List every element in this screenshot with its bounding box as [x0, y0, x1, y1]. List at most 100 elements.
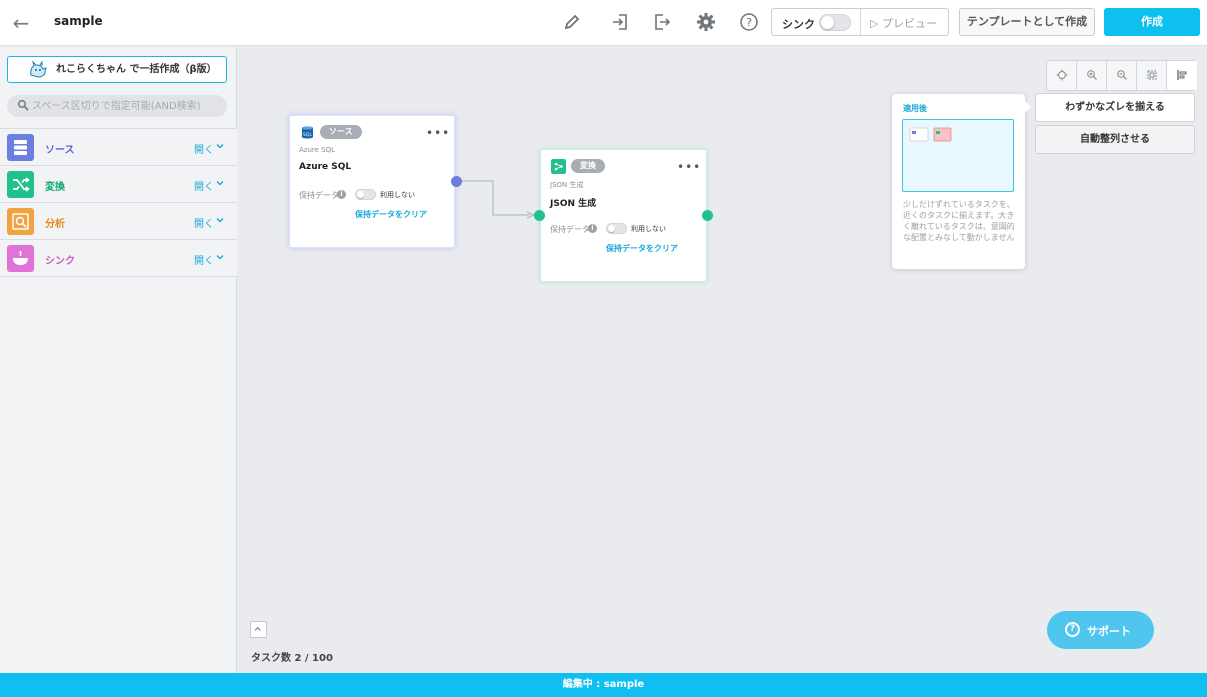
canvas-toolbar — [1046, 60, 1197, 91]
page-title: sample — [54, 14, 103, 28]
popover-title: 適用後 — [903, 104, 927, 113]
sidebar: れこらくちゃん で一括作成（β版） ソース 開く 変換 開く 分析 — [0, 47, 237, 673]
search-input[interactable] — [32, 97, 222, 115]
output-port[interactable] — [451, 176, 462, 187]
toggle-state-label: 利用しない — [380, 191, 415, 199]
toggle-state-label: 利用しない — [631, 225, 666, 233]
clear-data-link[interactable]: 保持データをクリア — [606, 243, 678, 254]
zoom-in-button[interactable] — [1077, 61, 1107, 90]
help-circle-icon: ? — [1065, 622, 1080, 637]
popover-arrow — [1025, 101, 1031, 113]
keep-data-label: 保持データ — [550, 225, 590, 234]
category-open-link[interactable]: 開く — [194, 215, 214, 230]
popover-description: 少しだけずれているタスクを、近くのタスクに揃えます。大きく離れているタスクは、意… — [903, 200, 1015, 242]
clear-data-link[interactable]: 保持データをクリア — [355, 209, 427, 220]
category-label: 分析 — [45, 219, 65, 230]
category-open-link[interactable]: 開く — [194, 141, 214, 156]
chevron-down-icon — [216, 255, 224, 260]
connection-edge — [456, 180, 530, 216]
export-icon[interactable] — [651, 11, 673, 33]
import-icon[interactable] — [609, 11, 631, 33]
node-name: JSON 生成 — [550, 199, 597, 209]
input-port[interactable] — [534, 210, 545, 221]
sql-database-icon: SQL — [302, 126, 313, 139]
keep-data-toggle[interactable] — [606, 223, 627, 234]
bulk-create-button[interactable]: れこらくちゃん で一括作成（β版） — [7, 56, 227, 83]
category-open-link[interactable]: 開く — [194, 252, 214, 267]
pencil-icon[interactable] — [561, 11, 583, 33]
create-button[interactable]: 作成 — [1104, 8, 1200, 36]
back-arrow-icon[interactable]: ← — [10, 12, 32, 34]
fit-view-button[interactable] — [1137, 61, 1167, 90]
task-node-source[interactable]: SQL ソース ••• Azure SQL Azure SQL 保持データ i … — [289, 115, 455, 248]
task-count: タスク数 2 / 100 — [251, 653, 333, 664]
more-options-icon[interactable]: ••• — [426, 126, 450, 140]
database-icon — [7, 134, 34, 161]
support-button[interactable]: ? サポート — [1047, 611, 1154, 649]
transform-icon — [551, 159, 566, 174]
status-bar: 編集中 : sample — [0, 673, 1207, 697]
gear-icon[interactable] — [695, 11, 717, 33]
category-label: 変換 — [45, 182, 65, 193]
node-subtitle: Azure SQL — [299, 146, 336, 154]
category-analysis[interactable]: 分析 開く — [0, 203, 237, 240]
flow-canvas[interactable]: SQL ソース ••• Azure SQL Azure SQL 保持データ i … — [238, 47, 1207, 673]
mascot-icon — [30, 60, 47, 78]
create-template-button[interactable]: テンプレートとして作成 — [959, 8, 1095, 36]
chevron-down-icon — [216, 218, 224, 223]
category-list: ソース 開く 変換 開く 分析 開く シンク 開く — [0, 128, 237, 277]
node-type-badge: ソース — [320, 125, 362, 139]
category-label: ソース — [45, 145, 75, 156]
chevron-down-icon — [216, 181, 224, 186]
sync-preview-group: シンク ▷ プレビュー — [771, 8, 949, 36]
task-node-transform[interactable]: 変換 ••• JSON 生成 JSON 生成 保持データ i 利用しない 保持デ… — [540, 149, 707, 282]
keep-data-label: 保持データ — [299, 191, 339, 200]
category-open-link[interactable]: 開く — [194, 178, 214, 193]
output-port[interactable] — [702, 210, 713, 221]
toggle-knob — [357, 191, 364, 198]
collapse-toggle[interactable] — [250, 621, 267, 638]
category-label: シンク — [45, 256, 75, 267]
aligned-tasks-illustration — [909, 127, 952, 142]
toggle-knob — [821, 16, 834, 29]
fit-view-icon — [1147, 70, 1157, 80]
play-icon: ▷ — [870, 17, 879, 30]
node-name: Azure SQL — [299, 162, 352, 172]
node-subtitle: JSON 生成 — [550, 181, 584, 189]
bulk-create-label: れこらくちゃん で一括作成（β版） — [56, 64, 217, 75]
sync-toggle[interactable] — [819, 14, 851, 31]
node-type-badge: 変換 — [571, 159, 605, 173]
preview-label: プレビュー — [881, 17, 937, 30]
search-box — [7, 95, 227, 117]
keep-data-toggle[interactable] — [355, 189, 376, 200]
more-options-icon[interactable]: ••• — [677, 160, 701, 174]
category-sink[interactable]: シンク 開く — [0, 240, 237, 277]
divider — [860, 9, 861, 35]
svg-text:?: ? — [746, 16, 752, 29]
support-label: サポート — [1087, 625, 1131, 638]
zoom-out-icon — [1117, 70, 1127, 80]
svg-text:SQL: SQL — [303, 132, 312, 138]
help-icon[interactable]: ? — [738, 11, 760, 33]
auto-arrange-button[interactable]: 自動整列させる — [1035, 125, 1195, 154]
sync-label: シンク — [782, 18, 815, 31]
chevron-up-icon — [254, 626, 261, 631]
chevron-down-icon — [216, 144, 224, 149]
category-transform[interactable]: 変換 開く — [0, 166, 237, 203]
center-button[interactable] — [1047, 61, 1077, 90]
info-icon[interactable]: i — [588, 224, 597, 233]
align-button[interactable] — [1167, 61, 1197, 90]
align-icon — [1177, 70, 1187, 80]
align-preview-image — [902, 119, 1014, 192]
header-bar: ← sample ? シンク ▷ プレビュー テンプレートとして作成 作成 — [0, 0, 1207, 46]
align-slight-button[interactable]: わずかなズレを揃える — [1035, 93, 1195, 122]
align-preview-popover: 適用後 少しだけずれているタスクを、近くのタスクに揃えます。大きく離れているタス… — [892, 94, 1031, 269]
category-source[interactable]: ソース 開く — [0, 129, 237, 166]
search-icon — [17, 99, 29, 111]
analysis-icon — [7, 208, 34, 235]
sink-icon — [7, 245, 34, 272]
info-icon[interactable]: i — [337, 190, 346, 199]
zoom-out-button[interactable] — [1107, 61, 1137, 90]
crosshair-icon — [1056, 69, 1068, 81]
preview-button[interactable]: ▷ プレビュー — [870, 15, 937, 31]
